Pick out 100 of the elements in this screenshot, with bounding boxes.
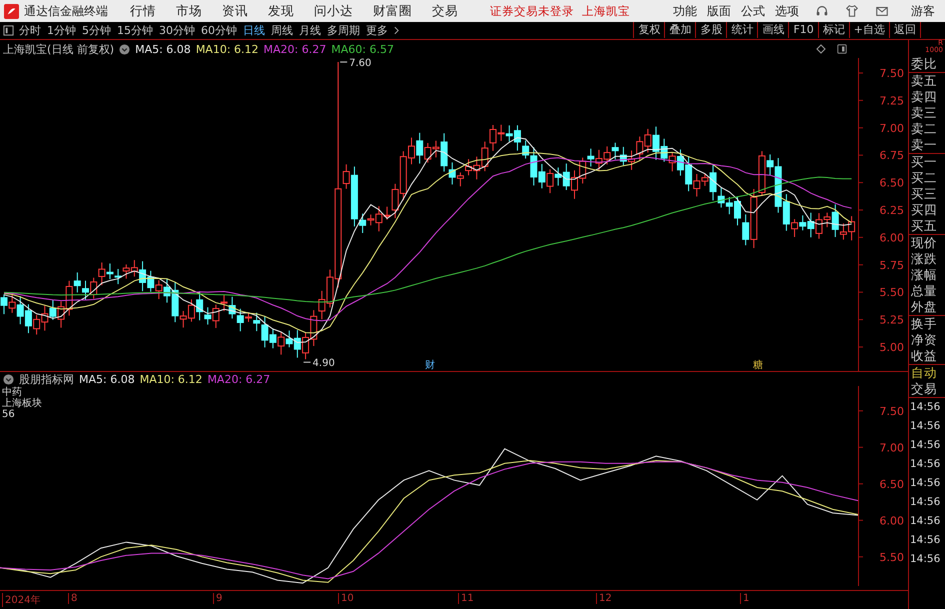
menu-item[interactable]: 资讯 xyxy=(222,2,248,20)
event-marker[interactable]: 糖 xyxy=(753,360,763,371)
menu-item[interactable]: 功能 xyxy=(673,2,697,20)
indicator-note: 上海板块 xyxy=(2,398,42,409)
toolbar-button[interactable]: 标记 xyxy=(818,22,849,38)
axis-tick-label: 7.00 xyxy=(880,441,904,454)
period-tab[interactable]: 60分钟 xyxy=(201,22,237,38)
quote-label: 现价 xyxy=(910,235,938,251)
trade-time: 14:56 xyxy=(909,533,942,548)
date-axis-label: 1 xyxy=(740,593,750,604)
dropdown-icon[interactable] xyxy=(3,374,14,384)
menu-item[interactable]: 交易 xyxy=(432,2,458,20)
date-axis-label: 9 xyxy=(213,593,222,604)
quote-label: 卖三 xyxy=(910,105,938,121)
panel-icon[interactable] xyxy=(837,44,847,54)
trade-time: 14:56 xyxy=(909,400,942,415)
dropdown-icon[interactable] xyxy=(119,44,130,54)
period-tab[interactable]: 周线 xyxy=(271,22,293,38)
toolbar-button[interactable]: 多股 xyxy=(695,22,726,38)
quote-label: 买二 xyxy=(910,170,938,186)
indicator-value: MA60: 6.57 xyxy=(331,42,394,56)
period-tab[interactable]: 日线 xyxy=(243,22,265,38)
event-marker[interactable]: 财 xyxy=(425,360,435,371)
axis-tick-label: 7.00 xyxy=(880,122,904,135)
toolbar-button[interactable]: F10 xyxy=(788,22,818,38)
toolbar-button[interactable]: 叠加 xyxy=(664,22,696,38)
trade-label: 交易 xyxy=(909,381,945,398)
menu-item[interactable]: 公式 xyxy=(741,2,765,20)
axis-tick-label: 6.25 xyxy=(880,204,904,217)
diamond-icon[interactable] xyxy=(816,44,826,54)
axis-tick-label: 5.25 xyxy=(880,314,904,327)
login-notice[interactable]: 证券交易未登录 xyxy=(490,4,574,18)
toolbar-button[interactable]: +自选 xyxy=(848,22,889,38)
quote-label: 涨幅 xyxy=(910,267,938,283)
menu-item[interactable]: 选项 xyxy=(775,2,799,20)
menu-item[interactable]: 行情 xyxy=(130,2,156,20)
headset-icon[interactable] xyxy=(815,4,829,18)
indicator-value: MA20: 6.27 xyxy=(207,372,270,386)
quote-label: 卖五 xyxy=(910,73,938,89)
chevron-right-icon[interactable] xyxy=(394,26,399,34)
date-axis-label: 10 xyxy=(338,593,354,604)
date-axis-label: 2024年 xyxy=(2,593,40,607)
menu-item[interactable]: 版面 xyxy=(707,2,731,20)
indicator-value: MA20: 6.27 xyxy=(264,42,326,56)
quote-label: 买三 xyxy=(910,186,938,202)
panel-toggle-icon[interactable] xyxy=(3,24,14,36)
shirt-icon[interactable] xyxy=(845,4,859,18)
chart-title: 上海凯宝(日线 前复权) xyxy=(3,42,114,56)
quote-label: 卖四 xyxy=(910,89,938,105)
menu-item[interactable]: 财富圈 xyxy=(373,2,412,20)
quote-label: 收益 xyxy=(910,348,938,364)
period-tab[interactable]: 1分钟 xyxy=(47,22,76,38)
indicator-value: MA10: 6.12 xyxy=(196,42,259,56)
mail-icon[interactable] xyxy=(875,4,889,18)
period-tab[interactable]: 15分钟 xyxy=(117,22,153,38)
indicator-title: 股朋指标网 xyxy=(19,372,74,386)
toolbar-button[interactable]: 复权 xyxy=(633,22,664,38)
quote-label: 买四 xyxy=(910,202,938,218)
axis-tick-label: 5.75 xyxy=(880,258,904,272)
trade-time: 14:56 xyxy=(909,457,942,472)
toolbar-button[interactable]: 统计 xyxy=(726,22,758,38)
auto-tab[interactable]: 自动 xyxy=(909,365,945,381)
menu-item[interactable]: 市场 xyxy=(176,2,202,20)
trade-time: 14:56 xyxy=(909,495,942,510)
date-axis-label: 8 xyxy=(68,593,78,604)
indicator-note: 56 xyxy=(2,409,16,420)
guest-user[interactable]: 游客 xyxy=(911,2,935,20)
axis-tick-label: 6.00 xyxy=(880,514,904,528)
axis-tick-label: 6.75 xyxy=(880,149,904,162)
axis-tick-label: 6.00 xyxy=(880,231,904,244)
quote-label: 委比 xyxy=(910,56,938,72)
axis-tick-label: 7.50 xyxy=(880,67,904,80)
menu-item[interactable]: 发现 xyxy=(268,2,294,20)
trade-time: 14:56 xyxy=(909,438,942,453)
quote-label: 外盘 xyxy=(910,299,938,315)
indicator-value: MA5: 6.08 xyxy=(135,42,191,56)
trade-time: 14:56 xyxy=(909,514,942,529)
quote-label: 总量 xyxy=(910,283,938,299)
axis-tick-label: 6.50 xyxy=(880,176,904,190)
quote-label: 买一 xyxy=(910,154,938,170)
quote-label: 卖一 xyxy=(910,137,938,153)
axis-tick-label: 5.50 xyxy=(880,550,904,564)
period-tab[interactable]: 30分钟 xyxy=(159,22,195,38)
app-title: 通达信金融终端 xyxy=(24,2,108,20)
app-logo-icon xyxy=(4,4,19,18)
period-tab[interactable]: 5分钟 xyxy=(82,22,111,38)
quote-label: 涨跌 xyxy=(910,251,938,267)
indicator-value: MA10: 6.12 xyxy=(140,372,202,386)
trade-time: 14:56 xyxy=(909,419,942,434)
quote-label: 净资 xyxy=(910,332,938,348)
toolbar-button[interactable]: 返回 xyxy=(889,22,920,38)
period-tab[interactable]: 多周期 xyxy=(327,22,360,38)
period-tab[interactable]: 分时 xyxy=(19,22,41,38)
menu-item[interactable]: 问小达 xyxy=(314,2,353,20)
axis-tick-label: 6.50 xyxy=(880,478,904,491)
more-tab[interactable]: 更多 xyxy=(366,22,388,38)
quote-label: 买五 xyxy=(910,218,938,234)
axis-tick-label: 7.25 xyxy=(880,94,904,108)
period-tab[interactable]: 月线 xyxy=(299,22,321,38)
toolbar-button[interactable]: 画线 xyxy=(757,22,788,38)
